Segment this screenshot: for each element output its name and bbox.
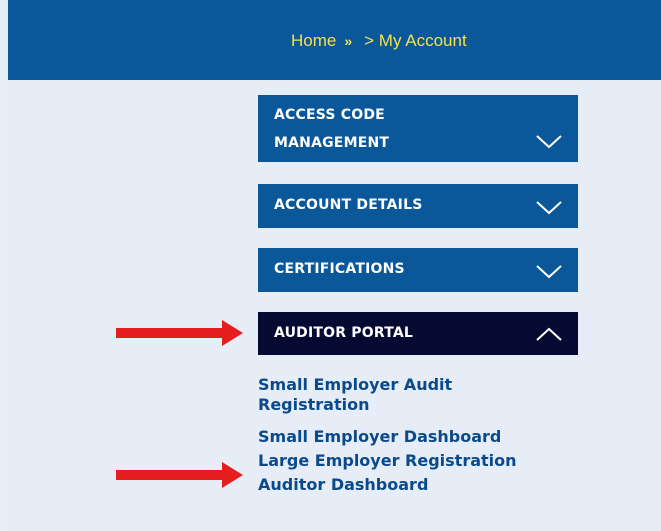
accordion-account-details[interactable]: ACCOUNT DETAILS	[258, 184, 578, 228]
breadcrumb: Home » > My Account	[291, 31, 467, 51]
link-small-employer-dashboard[interactable]: Small Employer Dashboard	[258, 427, 588, 447]
accordion-access-code-management[interactable]: ACCESS CODE MANAGEMENT	[258, 95, 578, 162]
link-line2: Registration	[258, 395, 370, 414]
link-line1: Small Employer Audit	[258, 375, 453, 394]
chevron-down-icon	[536, 265, 562, 279]
accordion-label: CERTIFICATIONS	[274, 261, 405, 277]
breadcrumb-home-link[interactable]: Home	[291, 31, 336, 50]
chevron-down-icon	[536, 201, 562, 215]
red-arrow-icon	[116, 320, 243, 346]
accordion-auditor-portal[interactable]: AUDITOR PORTAL	[258, 312, 578, 355]
auditor-portal-links: Small Employer Audit Registration Small …	[258, 375, 588, 495]
accordion-label-line2: MANAGEMENT	[274, 135, 390, 151]
link-auditor-dashboard[interactable]: Auditor Dashboard	[258, 475, 588, 495]
header-bar: Home » > My Account	[8, 0, 661, 80]
accordion-label: AUDITOR PORTAL	[274, 325, 414, 341]
link-large-employer-registration[interactable]: Large Employer Registration	[258, 451, 588, 471]
accordion-certifications[interactable]: CERTIFICATIONS	[258, 248, 578, 292]
accordion-label: ACCESS CODE MANAGEMENT	[274, 101, 389, 157]
chevron-up-icon	[536, 327, 562, 341]
link-small-employer-audit-registration[interactable]: Small Employer Audit Registration	[258, 375, 588, 415]
chevron-down-icon	[536, 135, 562, 149]
accordion-label-line1: ACCESS CODE	[274, 107, 385, 123]
breadcrumb-separator: »	[344, 33, 353, 49]
accordion-label: ACCOUNT DETAILS	[274, 197, 423, 213]
breadcrumb-current: > My Account	[364, 31, 467, 50]
red-arrow-icon	[116, 462, 243, 488]
